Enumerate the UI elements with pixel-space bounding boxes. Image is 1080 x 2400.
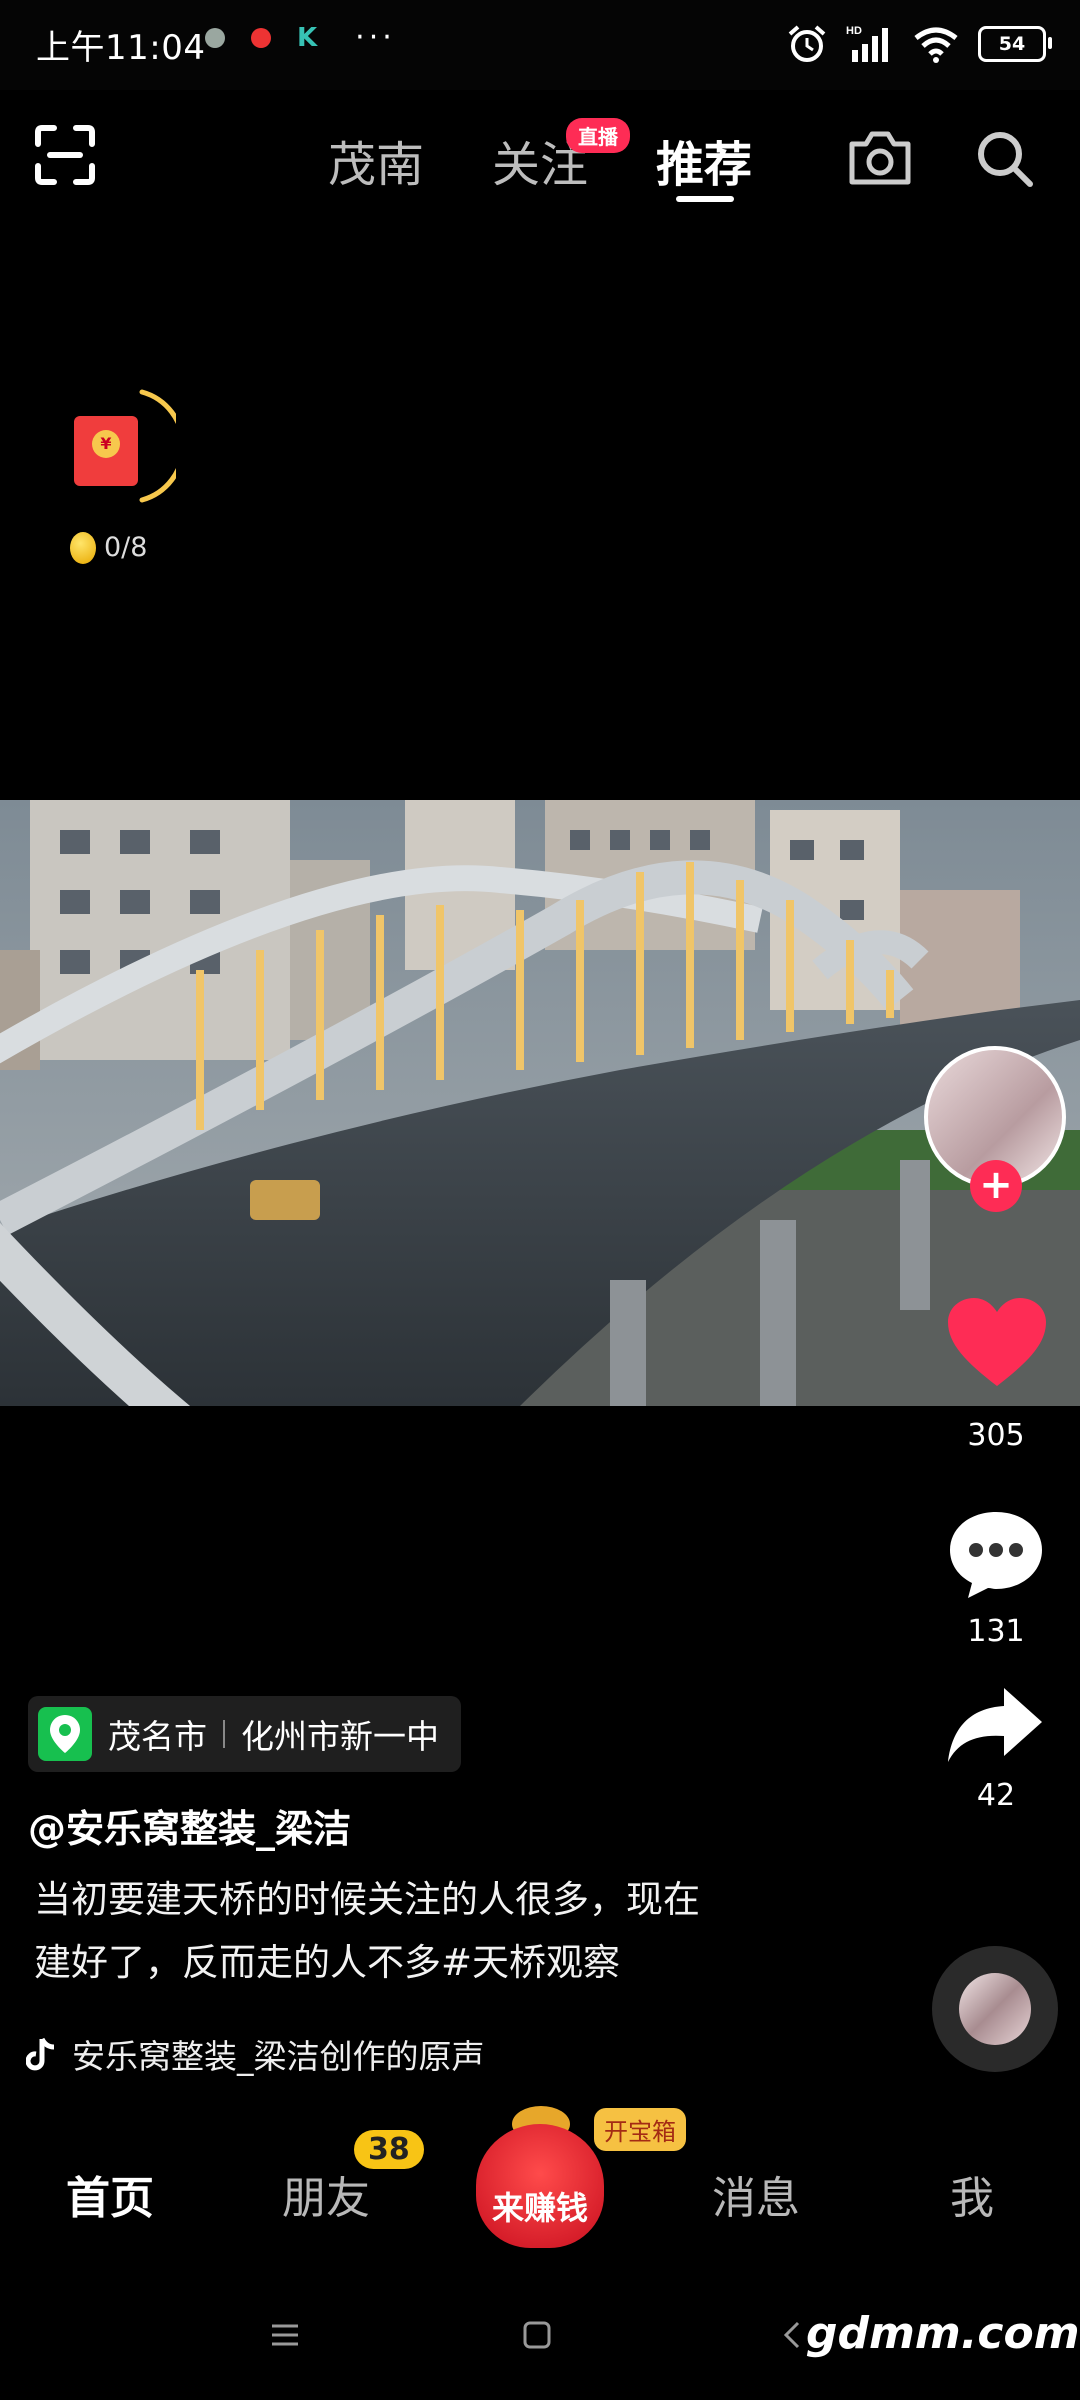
caption-line-1: 当初要建天桥的时候关注的人很多，现在 bbox=[34, 1878, 700, 1921]
tab-local[interactable]: 茂南 bbox=[328, 125, 424, 195]
battery-icon: 54 bbox=[978, 26, 1052, 62]
location-separator bbox=[223, 1720, 225, 1748]
nav-home[interactable]: 首页 bbox=[66, 2162, 154, 2226]
menu-icon[interactable] bbox=[270, 2320, 300, 2350]
alarm-icon bbox=[788, 25, 826, 62]
status-indicators: HD 54 bbox=[786, 24, 1052, 64]
music-title: 安乐窝整装_梁洁创作的原声 bbox=[72, 2037, 485, 2076]
comment-icon[interactable] bbox=[946, 1508, 1046, 1600]
search-icon[interactable] bbox=[974, 128, 1036, 190]
author-name[interactable]: @安乐窝整装_梁洁 bbox=[28, 1798, 351, 1853]
location-tag[interactable]: 茂名市 化州市新一中 bbox=[28, 1696, 461, 1772]
wifi-icon bbox=[914, 27, 958, 63]
music-disc[interactable] bbox=[932, 1946, 1058, 2072]
video-caption[interactable]: 当初要建天桥的时候关注的人很多，现在 建好了，反而走的人不多#天桥观察 bbox=[34, 1868, 794, 1994]
music-info[interactable]: 安乐窝整装_梁洁创作的原声 bbox=[26, 2030, 572, 2078]
comment-count: 131 bbox=[967, 1614, 1025, 1649]
k-app-icon: K bbox=[297, 23, 318, 53]
like-heart-icon[interactable] bbox=[946, 1296, 1048, 1388]
wechat-icon bbox=[205, 28, 225, 48]
nav-me[interactable]: 我 bbox=[950, 2162, 994, 2226]
signal-icon: HD bbox=[846, 25, 888, 62]
camera-icon[interactable] bbox=[846, 128, 914, 188]
nav-earn[interactable]: 来赚钱 bbox=[476, 2183, 604, 2229]
watermark: gdmm.com bbox=[806, 2308, 1080, 2359]
tab-recommended[interactable]: 推荐 bbox=[656, 125, 752, 195]
video-frame-bridge bbox=[0, 800, 1080, 1406]
open-chest-badge[interactable]: 开宝箱 bbox=[594, 2108, 686, 2151]
more-notifications-icon: ··· bbox=[355, 20, 396, 55]
status-time: 上午11:04 bbox=[36, 28, 206, 68]
like-count: 305 bbox=[967, 1418, 1025, 1453]
active-tab-indicator bbox=[676, 196, 734, 202]
nav-friends[interactable]: 朋友 bbox=[282, 2162, 370, 2226]
share-icon[interactable] bbox=[946, 1684, 1046, 1764]
battery-level: 54 bbox=[998, 33, 1026, 55]
status-app-icons: K ··· bbox=[205, 20, 396, 55]
music-cover bbox=[959, 1973, 1031, 2045]
nav-messages[interactable]: 消息 bbox=[712, 2162, 800, 2226]
location-place: 化州市新一中 bbox=[241, 1717, 439, 1756]
follow-button[interactable]: + bbox=[970, 1160, 1022, 1212]
hd-label: HD bbox=[846, 25, 862, 37]
location-city: 茂名市 bbox=[108, 1717, 207, 1756]
video-player[interactable] bbox=[0, 800, 1080, 1406]
location-pin-icon bbox=[38, 1707, 92, 1761]
scan-icon[interactable] bbox=[34, 124, 96, 186]
task-progress-count: 0/8 bbox=[104, 532, 148, 563]
share-count: 42 bbox=[976, 1778, 1016, 1813]
music-note-icon bbox=[26, 2037, 55, 2071]
home-square-icon[interactable] bbox=[522, 2320, 552, 2350]
red-packet-icon[interactable]: ¥ bbox=[74, 416, 138, 486]
live-badge: 直播 bbox=[566, 118, 630, 153]
caption-line-2: 建好了，反而走的人不多#天桥观察 bbox=[34, 1941, 621, 1984]
friends-count-badge: 38 bbox=[354, 2130, 424, 2169]
gold-egg-icon bbox=[70, 532, 96, 564]
back-chevron-icon[interactable] bbox=[780, 2320, 804, 2350]
coin-symbol: ¥ bbox=[92, 430, 120, 458]
app-red-icon bbox=[251, 28, 271, 48]
